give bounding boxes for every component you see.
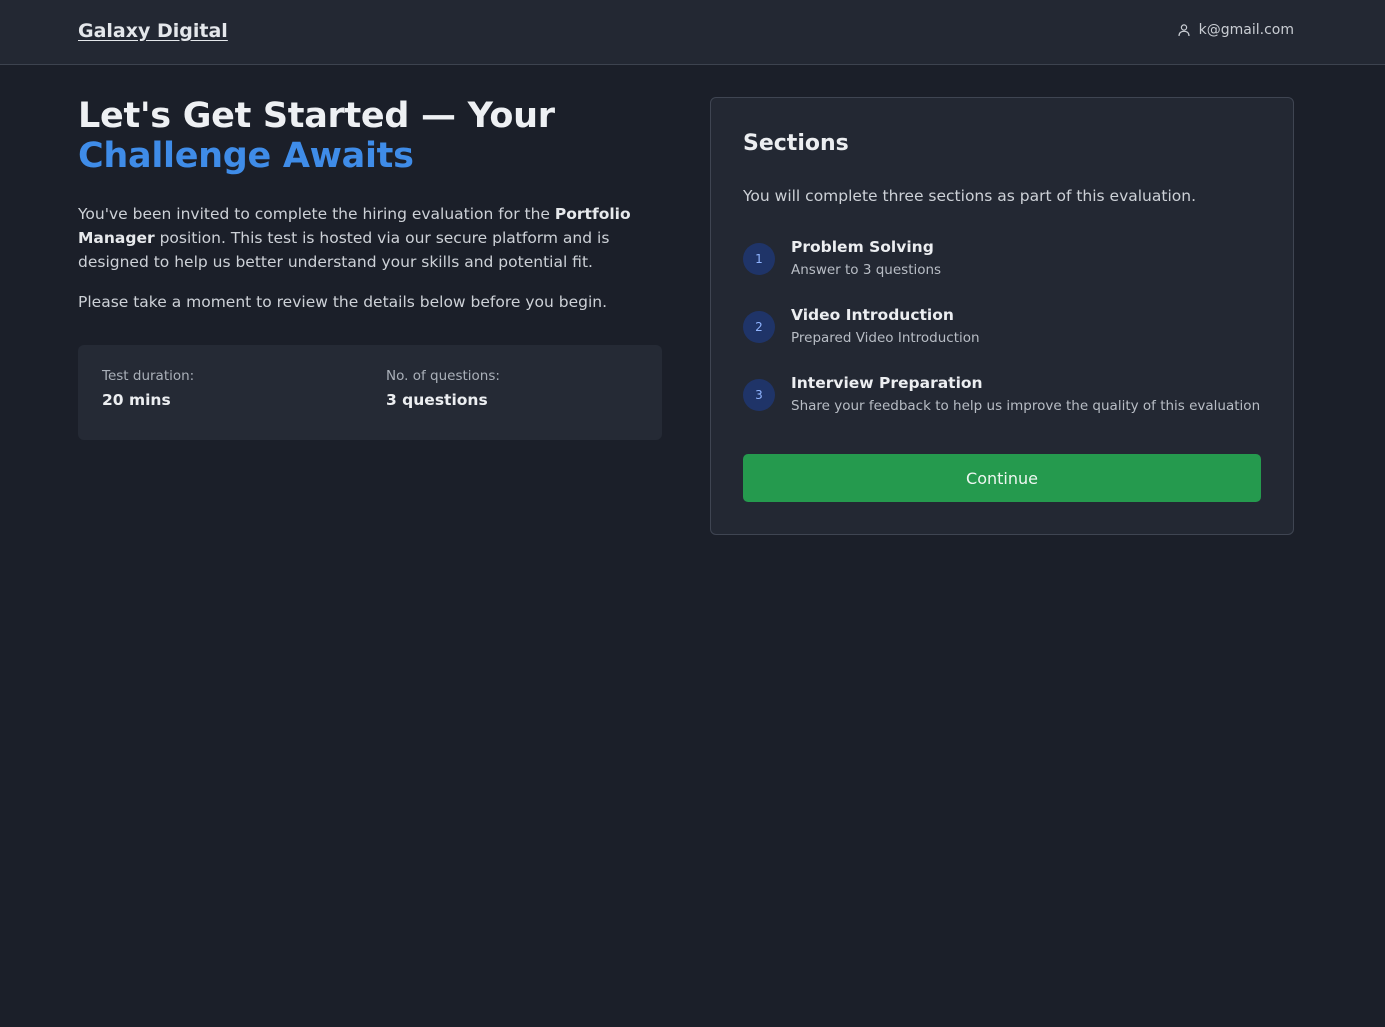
section-number-badge: 3 bbox=[743, 379, 775, 411]
section-title: Interview Preparation bbox=[791, 374, 983, 392]
section-title: Video Introduction bbox=[791, 306, 954, 324]
duration-value: 20 mins bbox=[102, 391, 171, 409]
intro-text-start: You've been invited to complete the hiri… bbox=[78, 205, 555, 223]
brand-link[interactable]: Galaxy Digital bbox=[78, 20, 228, 42]
continue-button[interactable]: Continue bbox=[743, 454, 1261, 502]
page-title: Let's Get Started — Your Challenge Await… bbox=[78, 96, 662, 176]
title-line-1: Let's Get Started — Your bbox=[78, 96, 555, 136]
sections-title: Sections bbox=[743, 131, 849, 156]
duration-label: Test duration: bbox=[102, 368, 195, 384]
user-icon bbox=[1178, 24, 1190, 37]
section-item-interview-preparation: 3 Interview Preparation Share your feedb… bbox=[743, 374, 1263, 423]
user-account[interactable]: k@gmail.com bbox=[1177, 22, 1294, 38]
section-item-problem-solving: 1 Problem Solving Answer to 3 questions bbox=[743, 238, 1263, 287]
sections-description: You will complete three sections as part… bbox=[743, 187, 1196, 205]
intro-panel: Let's Get Started — Your Challenge Await… bbox=[78, 96, 662, 314]
duration-stat: Test duration: 20 mins bbox=[102, 368, 194, 409]
sections-card: Sections You will complete three section… bbox=[710, 97, 1294, 535]
section-subtitle: Share your feedback to help us improve t… bbox=[791, 398, 1261, 414]
section-subtitle: Answer to 3 questions bbox=[791, 262, 942, 278]
top-bar: Galaxy Digital k@gmail.com bbox=[0, 0, 1385, 65]
section-title: Problem Solving bbox=[791, 238, 934, 256]
section-item-video-introduction: 2 Video Introduction Prepared Video Intr… bbox=[743, 306, 1263, 355]
questions-label: No. of questions: bbox=[386, 368, 500, 384]
intro-paragraph: You've been invited to complete the hiri… bbox=[78, 202, 662, 274]
section-subtitle: Prepared Video Introduction bbox=[791, 330, 980, 346]
section-number-badge: 2 bbox=[743, 311, 775, 343]
questions-stat: No. of questions: 3 questions bbox=[386, 368, 500, 409]
title-line-2: Challenge Awaits bbox=[78, 136, 414, 176]
intro-text-end: position. This test is hosted via our se… bbox=[78, 229, 610, 271]
test-details-box: Test duration: 20 mins No. of questions:… bbox=[78, 345, 662, 440]
user-email: k@gmail.com bbox=[1198, 22, 1294, 38]
questions-value: 3 questions bbox=[386, 391, 488, 409]
review-note: Please take a moment to review the detai… bbox=[78, 293, 608, 311]
section-number-badge: 1 bbox=[743, 243, 775, 275]
